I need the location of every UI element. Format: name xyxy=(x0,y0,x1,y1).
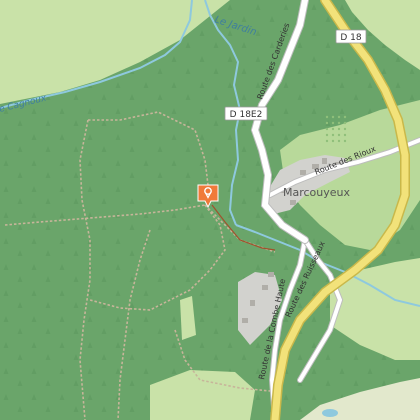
orchard-area xyxy=(325,115,349,145)
svg-text:D 18E2: D 18E2 xyxy=(230,110,263,120)
map-canvas[interactable]: D 18 D 18E2 Le Jardin e Cagnoux Marcouye… xyxy=(0,0,420,420)
svg-text:D 18: D 18 xyxy=(340,33,362,43)
label-marcouyeux: Marcouyeux xyxy=(283,186,351,199)
shield-d18: D 18 xyxy=(335,29,367,44)
pond xyxy=(322,409,338,417)
shield-d18e2: D 18E2 xyxy=(224,106,268,121)
